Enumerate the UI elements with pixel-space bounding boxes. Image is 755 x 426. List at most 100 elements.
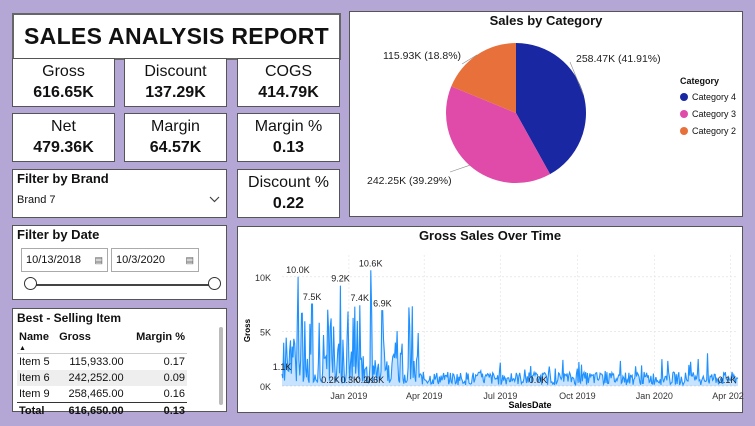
end-date-value: 10/3/2020 bbox=[116, 254, 165, 266]
row-margin: 0.17 bbox=[163, 355, 185, 368]
date-filter-card: Filter by Date 10/13/2018 ▤ 10/3/2020 ▤ bbox=[12, 225, 227, 300]
x-tick-label: Apr 2019 bbox=[406, 391, 443, 401]
best-selling-table: Name Gross Margin % ▲ Item 5 115,933.00 … bbox=[17, 329, 187, 419]
y-tick-label: 5K bbox=[260, 327, 271, 337]
legend-item-category-4[interactable]: Category 4 bbox=[680, 88, 736, 105]
y-axis-label: Gross bbox=[243, 318, 252, 342]
data-label: 9.2K bbox=[331, 274, 350, 284]
start-date-value: 10/13/2018 bbox=[26, 254, 82, 266]
row-gross: 258,465.00 bbox=[68, 387, 124, 400]
table-total-row: Total 616,650.00 0.13 bbox=[17, 401, 187, 419]
kpi-value: 479.36K bbox=[33, 139, 94, 156]
gross-series-line[interactable] bbox=[281, 270, 739, 387]
report-title-card: SALES ANALYSIS REPORT bbox=[12, 13, 341, 60]
sort-ascending-icon: ▲ bbox=[19, 344, 26, 352]
brand-dropdown[interactable]: Brand 7 bbox=[17, 190, 222, 210]
kpi-cogs: COGS 414.79K bbox=[237, 58, 340, 107]
x-tick-label: Oct 2019 bbox=[559, 391, 596, 401]
row-gross: 115,933.00 bbox=[69, 355, 124, 368]
data-label: 0.1K bbox=[718, 375, 737, 385]
legend-label: Category 3 bbox=[692, 108, 737, 119]
data-label: 0.0K bbox=[529, 375, 548, 385]
kpi-label: Net bbox=[51, 118, 76, 135]
report-title: SALES ANALYSIS REPORT bbox=[24, 23, 329, 49]
area-chart: 0K5K10KJan 2019 Apr 2019 Jul 2019 Oct 2019 J… bbox=[243, 255, 744, 410]
kpi-value: 64.57K bbox=[149, 139, 202, 156]
table-sort-row: ▲ bbox=[17, 345, 187, 353]
row-gross: 242,252.00 bbox=[68, 371, 124, 384]
pie-data-label: 242.25K (39.29%) bbox=[367, 175, 452, 187]
row-name: Item 5 bbox=[19, 355, 50, 368]
legend-item-category-3[interactable]: Category 3 bbox=[680, 105, 736, 122]
kpi-net: Net 479.36K bbox=[12, 113, 115, 162]
pie-data-label: 258.47K (41.91%) bbox=[576, 53, 661, 65]
x-tick-label: Jan 2019 bbox=[330, 391, 367, 401]
date-range-end-handle[interactable] bbox=[208, 277, 221, 290]
best-selling-card: Best - Selling Item Name Gross Margin % … bbox=[12, 308, 227, 419]
chevron-down-icon bbox=[209, 195, 220, 206]
best-selling-title: Best - Selling Item bbox=[17, 311, 122, 325]
row-name: Item 6 bbox=[19, 371, 50, 384]
calendar-icon[interactable]: ▤ bbox=[185, 255, 194, 266]
kpi-label: Discount bbox=[144, 63, 207, 80]
table-row[interactable]: Item 5 115,933.00 0.17 bbox=[17, 353, 187, 370]
column-header-gross[interactable]: Gross bbox=[57, 329, 126, 345]
data-label: 1.1K bbox=[273, 362, 292, 372]
x-tick-label: Apr 2020 bbox=[712, 391, 744, 401]
kpi-margin: Margin 64.57K bbox=[124, 113, 227, 162]
table-header-row: Name Gross Margin % bbox=[17, 329, 187, 345]
date-range-slider-track[interactable] bbox=[31, 284, 213, 286]
start-date-input[interactable]: 10/13/2018 ▤ bbox=[21, 248, 108, 272]
kpi-value: 0.13 bbox=[272, 139, 305, 156]
total-margin: 0.13 bbox=[125, 401, 187, 419]
data-label: 6.9K bbox=[373, 299, 392, 309]
table-row[interactable]: Item 9 258,465.00 0.16 bbox=[17, 386, 187, 403]
kpi-margin-percent: Margin % 0.13 bbox=[237, 113, 340, 162]
data-label: 0.2K bbox=[321, 375, 340, 385]
date-range-start-handle[interactable] bbox=[24, 277, 37, 290]
column-header-name[interactable]: Name bbox=[17, 329, 57, 345]
legend-label: Category 2 bbox=[692, 125, 737, 136]
gross-sales-over-time-card: Gross Sales Over Time 0K 5K 10K Jan 2019 Apr… bbox=[237, 226, 744, 413]
end-date-input[interactable]: 10/3/2020 ▤ bbox=[111, 248, 199, 272]
kpi-label: Discount % bbox=[248, 174, 329, 191]
data-label: 0.6K bbox=[366, 375, 385, 385]
kpi-value: 414.79K bbox=[258, 84, 319, 101]
legend-title: Category bbox=[680, 76, 720, 86]
y-tick-label: 10K bbox=[255, 273, 271, 283]
legend-dot-icon bbox=[680, 126, 688, 135]
total-gross: 616,650.00 bbox=[57, 401, 126, 419]
pie-label-leader bbox=[449, 165, 470, 173]
kpi-label: COGS bbox=[264, 63, 313, 80]
data-label: 10.6K bbox=[359, 258, 383, 268]
data-label: 7.5K bbox=[303, 292, 322, 302]
kpi-discount-percent: Discount % 0.22 bbox=[237, 169, 340, 218]
calendar-icon[interactable]: ▤ bbox=[94, 255, 103, 266]
kpi-label: Gross bbox=[42, 63, 85, 80]
legend-dot-icon bbox=[680, 92, 688, 101]
data-label: 10.0K bbox=[286, 265, 310, 275]
kpi-discount: Discount 137.29K bbox=[124, 58, 227, 107]
table-scrollbar[interactable] bbox=[219, 327, 223, 405]
brand-filter-title: Filter by Brand bbox=[17, 171, 109, 186]
data-label: 7.4K bbox=[351, 293, 370, 303]
row-name: Item 9 bbox=[19, 387, 50, 400]
column-header-margin[interactable]: Margin % bbox=[126, 329, 187, 345]
x-axis-label: SalesDate bbox=[508, 400, 551, 410]
total-name: Total bbox=[17, 401, 58, 419]
table-row[interactable]: Item 6 242,252.00 0.09 bbox=[17, 369, 187, 386]
kpi-value: 616.65K bbox=[33, 84, 94, 101]
kpi-value: 0.22 bbox=[272, 195, 305, 212]
kpi-label: Margin % bbox=[254, 118, 323, 135]
date-filter-title: Filter by Date bbox=[17, 227, 100, 242]
kpi-label: Margin bbox=[151, 118, 200, 135]
brand-selected-value: Brand 7 bbox=[17, 194, 56, 206]
kpi-gross: Gross 616.65K bbox=[12, 58, 115, 107]
y-tick-label: 0K bbox=[260, 382, 271, 392]
kpi-value: 137.29K bbox=[145, 84, 206, 101]
legend-label: Category 4 bbox=[692, 91, 737, 102]
sales-by-category-card: Sales by Category 258.47K (41.91%) 242.25… bbox=[349, 11, 743, 217]
x-tick-label: Jan 2020 bbox=[636, 391, 673, 401]
legend-item-category-2[interactable]: Category 2 bbox=[680, 122, 736, 139]
pie-legend: Category Category 4 Category 3 Category … bbox=[680, 76, 736, 139]
